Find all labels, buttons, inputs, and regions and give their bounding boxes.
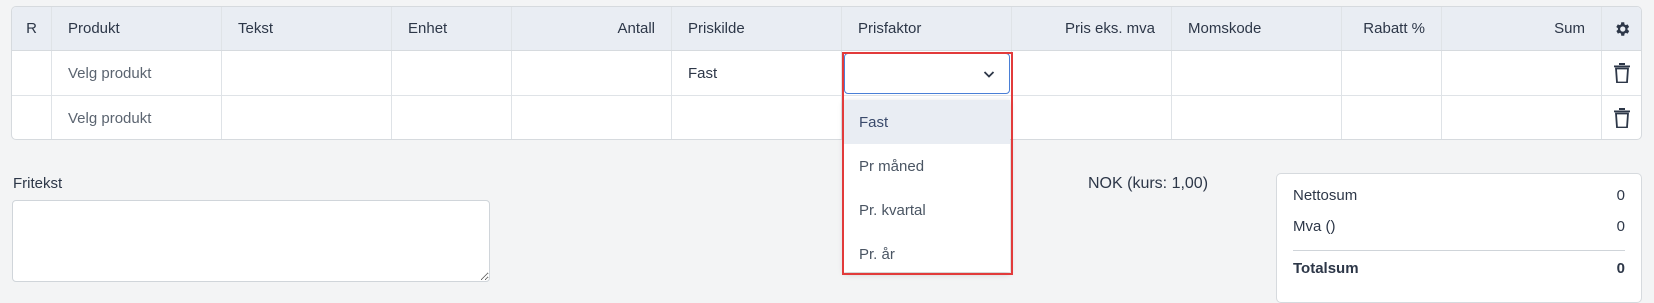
mva-value: 0: [1616, 218, 1625, 235]
totals-panel: Nettosum 0 Mva () 0 Totalsum 0: [1276, 173, 1642, 303]
tekst-cell[interactable]: [222, 96, 392, 139]
dropdown-option-pr-kvartal[interactable]: Pr. kvartal: [844, 188, 1010, 232]
nettosum-row: Nettosum 0: [1293, 187, 1625, 204]
delete-row-button[interactable]: [1602, 51, 1641, 95]
table-row: Velg produkt Fast: [12, 51, 1641, 96]
column-header-tekst[interactable]: Tekst: [222, 7, 392, 50]
trash-icon: [1613, 108, 1630, 128]
column-header-r[interactable]: R: [12, 7, 52, 50]
nettosum-value: 0: [1616, 187, 1625, 204]
gear-icon: [1613, 20, 1631, 38]
totalsum-value: 0: [1616, 260, 1625, 277]
enhet-cell[interactable]: [392, 51, 512, 95]
column-header-rabatt[interactable]: Rabatt %: [1342, 7, 1442, 50]
column-header-sum[interactable]: Sum: [1442, 7, 1602, 50]
column-header-antall[interactable]: Antall: [512, 7, 672, 50]
delete-row-button[interactable]: [1602, 96, 1641, 139]
dropdown-option-fast[interactable]: Fast: [844, 100, 1010, 144]
pris-cell[interactable]: [1012, 51, 1172, 95]
produkt-cell[interactable]: Velg produkt: [52, 51, 222, 95]
column-header-prisfaktor[interactable]: Prisfaktor: [842, 7, 1012, 50]
column-header-pris[interactable]: Pris eks. mva: [1012, 7, 1172, 50]
column-header-produkt[interactable]: Produkt: [52, 7, 222, 50]
dropdown-option-pr-ar[interactable]: Pr. år: [844, 232, 1010, 276]
prisfaktor-dropdown-menu: Fast Pr måned Pr. kvartal Pr. år: [844, 100, 1010, 272]
fritekst-textarea[interactable]: [12, 200, 490, 282]
pris-cell[interactable]: [1012, 96, 1172, 139]
totalsum-label: Totalsum: [1293, 260, 1359, 277]
currency-label: NOK (kurs: 1,00): [1088, 175, 1209, 192]
row-r-cell[interactable]: [12, 96, 52, 139]
prisfaktor-select[interactable]: [844, 53, 1010, 94]
column-header-enhet[interactable]: Enhet: [392, 7, 512, 50]
order-lines-table: R Produkt Tekst Enhet Antall Priskilde P…: [11, 6, 1642, 140]
momskode-cell[interactable]: [1172, 51, 1342, 95]
mva-label: Mva (): [1293, 218, 1336, 235]
chevron-down-icon: [981, 66, 997, 82]
produkt-cell[interactable]: Velg produkt: [52, 96, 222, 139]
rabatt-cell[interactable]: [1342, 96, 1442, 139]
enhet-cell[interactable]: [392, 96, 512, 139]
sum-cell: [1442, 96, 1602, 139]
dropdown-option-pr-maned[interactable]: Pr måned: [844, 144, 1010, 188]
row-r-cell[interactable]: [12, 51, 52, 95]
table-header: R Produkt Tekst Enhet Antall Priskilde P…: [12, 7, 1641, 51]
tekst-cell[interactable]: [222, 51, 392, 95]
mva-row: Mva () 0: [1293, 218, 1625, 235]
fritekst-label: Fritekst: [13, 175, 63, 192]
nettosum-label: Nettosum: [1293, 187, 1358, 204]
totalsum-row: Totalsum 0: [1293, 260, 1625, 277]
antall-cell[interactable]: [512, 51, 672, 95]
rabatt-cell[interactable]: [1342, 51, 1442, 95]
sum-cell: [1442, 51, 1602, 95]
trash-icon: [1613, 63, 1630, 83]
antall-cell[interactable]: [512, 96, 672, 139]
column-header-momskode[interactable]: Momskode: [1172, 7, 1342, 50]
table-row: Velg produkt: [12, 96, 1641, 139]
momskode-cell[interactable]: [1172, 96, 1342, 139]
column-header-priskilde[interactable]: Priskilde: [672, 7, 842, 50]
settings-button[interactable]: [1602, 7, 1641, 50]
totals-divider: [1293, 250, 1625, 251]
priskilde-cell[interactable]: [672, 96, 842, 139]
priskilde-cell[interactable]: Fast: [672, 51, 842, 95]
